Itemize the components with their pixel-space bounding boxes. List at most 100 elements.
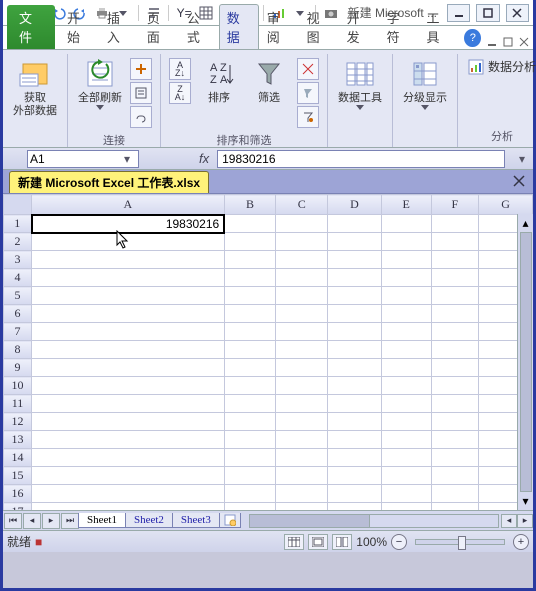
cell[interactable]: [381, 431, 431, 449]
tab-view[interactable]: 视图: [299, 4, 339, 49]
col-header[interactable]: A: [32, 195, 225, 215]
cell[interactable]: [431, 503, 479, 511]
view-pagebreak-button[interactable]: [332, 534, 352, 550]
cell[interactable]: [32, 377, 225, 395]
cell[interactable]: [32, 287, 225, 305]
cell[interactable]: [276, 467, 328, 485]
ribbon-minimize-icon[interactable]: [487, 37, 497, 47]
cell[interactable]: [431, 323, 479, 341]
cell[interactable]: [276, 431, 328, 449]
cell[interactable]: [328, 215, 382, 233]
cell[interactable]: [328, 341, 382, 359]
cell[interactable]: [224, 233, 276, 251]
tab-data[interactable]: 数据: [219, 4, 259, 49]
row-header[interactable]: 13: [4, 431, 32, 449]
cell[interactable]: [276, 377, 328, 395]
cell[interactable]: [328, 287, 382, 305]
cell[interactable]: [328, 377, 382, 395]
cell[interactable]: [381, 359, 431, 377]
select-all-corner[interactable]: [4, 195, 32, 215]
row-header[interactable]: 8: [4, 341, 32, 359]
cell[interactable]: [224, 377, 276, 395]
cell[interactable]: [32, 269, 225, 287]
new-sheet-button[interactable]: [219, 513, 241, 528]
row-header[interactable]: 15: [4, 467, 32, 485]
cell[interactable]: [224, 359, 276, 377]
close-button[interactable]: [506, 4, 529, 22]
cell[interactable]: [381, 377, 431, 395]
sort-asc-button[interactable]: AZ↓: [169, 58, 191, 80]
col-header[interactable]: D: [328, 195, 382, 215]
col-header[interactable]: F: [431, 195, 479, 215]
tab-page[interactable]: 页面: [139, 4, 179, 49]
cell[interactable]: [32, 431, 225, 449]
cell[interactable]: [381, 323, 431, 341]
cell[interactable]: [431, 233, 479, 251]
edit-links-icon[interactable]: [130, 106, 152, 128]
scroll-down-icon[interactable]: ▾: [522, 494, 528, 508]
cell[interactable]: [224, 215, 276, 233]
cell[interactable]: [328, 449, 382, 467]
cell[interactable]: [328, 413, 382, 431]
view-normal-button[interactable]: [284, 534, 304, 550]
tab-review[interactable]: 审阅: [259, 4, 299, 49]
sheet-tab-1[interactable]: Sheet1: [78, 513, 126, 528]
cell[interactable]: [32, 413, 225, 431]
cell[interactable]: [328, 395, 382, 413]
row-header[interactable]: 14: [4, 449, 32, 467]
horizontal-scrollbar[interactable]: [249, 514, 499, 528]
tab-home[interactable]: 开始: [59, 4, 99, 49]
cell[interactable]: [328, 431, 382, 449]
reapply-icon[interactable]: [297, 82, 319, 104]
cell[interactable]: [431, 305, 479, 323]
get-external-data-button[interactable]: 获取外部数据: [9, 56, 61, 120]
cell[interactable]: [32, 323, 225, 341]
cell[interactable]: [276, 341, 328, 359]
cell[interactable]: [276, 359, 328, 377]
cell[interactable]: [431, 395, 479, 413]
cell[interactable]: [381, 395, 431, 413]
scroll-thumb[interactable]: [520, 232, 532, 492]
namebox-dropdown-icon[interactable]: ▾: [124, 152, 136, 166]
cell[interactable]: [381, 305, 431, 323]
formula-input[interactable]: 19830216: [217, 150, 505, 168]
sheet-nav-first-icon[interactable]: ⏮: [4, 513, 22, 529]
col-header[interactable]: B: [224, 195, 276, 215]
name-box[interactable]: A1 ▾: [27, 150, 139, 168]
cell[interactable]: [276, 269, 328, 287]
cell[interactable]: [328, 251, 382, 269]
cell[interactable]: [276, 413, 328, 431]
data-analysis-button[interactable]: 数据分析: [464, 56, 536, 77]
cell[interactable]: [431, 449, 479, 467]
cell[interactable]: 19830216: [32, 215, 225, 233]
cell[interactable]: [32, 485, 225, 503]
cell[interactable]: [224, 395, 276, 413]
cell[interactable]: [431, 287, 479, 305]
cell[interactable]: [224, 341, 276, 359]
tab-char[interactable]: 字符: [379, 4, 419, 49]
clear-filter-icon[interactable]: [297, 58, 319, 80]
hscroll-left-icon[interactable]: ◂: [501, 514, 517, 528]
zoom-in-button[interactable]: +: [513, 534, 529, 550]
record-icon[interactable]: ■: [35, 535, 42, 549]
cell[interactable]: [381, 215, 431, 233]
tab-dev[interactable]: 开发: [339, 4, 379, 49]
cell[interactable]: [381, 413, 431, 431]
col-header[interactable]: C: [276, 195, 328, 215]
cell[interactable]: [224, 323, 276, 341]
sheet-nav-last-icon[interactable]: ⏭: [61, 513, 79, 529]
refresh-all-button[interactable]: 全部刷新: [74, 56, 126, 113]
cell[interactable]: [381, 485, 431, 503]
grid[interactable]: ABCDEFG119830216234567891011121314151617…: [3, 194, 533, 510]
zoom-label[interactable]: 100%: [356, 535, 387, 549]
cell[interactable]: [431, 485, 479, 503]
cell[interactable]: [32, 341, 225, 359]
filter-button[interactable]: 筛选: [245, 56, 293, 107]
advanced-icon[interactable]: [297, 106, 319, 128]
properties-icon[interactable]: [130, 82, 152, 104]
row-header[interactable]: 5: [4, 287, 32, 305]
cell[interactable]: [381, 449, 431, 467]
cell[interactable]: [224, 305, 276, 323]
cell[interactable]: [381, 287, 431, 305]
cell[interactable]: [224, 431, 276, 449]
